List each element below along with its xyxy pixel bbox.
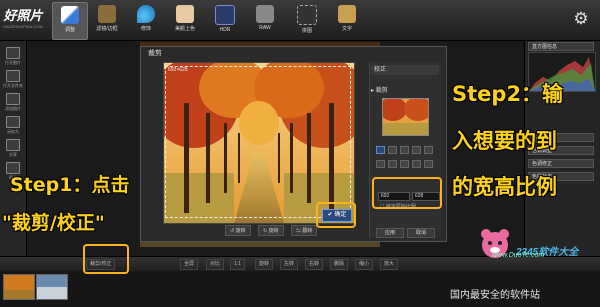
ratio-option[interactable] <box>412 160 421 168</box>
crop-size-readout: 692×628 <box>168 67 188 73</box>
plus-icon <box>6 93 20 105</box>
ratio-option[interactable] <box>400 160 409 168</box>
raw-icon <box>256 5 274 23</box>
tool-label: 拼图 <box>301 28 312 34</box>
actual-size-button[interactable]: 1:1 <box>230 259 245 270</box>
rotate-button[interactable]: ↻ 旋转 <box>258 225 284 236</box>
highlight-size-inputs <box>372 177 442 209</box>
tool-hdr[interactable]: HDR <box>208 2 242 38</box>
tool-label: 美颜上色 <box>174 26 195 32</box>
collage-icon <box>297 5 317 25</box>
tool-adjust[interactable]: 调整 <box>52 2 88 40</box>
step1-caption-target: "裁剪/校正" <box>2 212 105 234</box>
zoom-in-button[interactable]: 放大 <box>380 259 399 270</box>
ratio-option[interactable] <box>376 146 385 154</box>
cancel-button[interactable]: 取消 <box>407 228 435 238</box>
tool-label: 文字 <box>341 26 352 32</box>
dialog-title: 裁剪 <box>148 50 162 57</box>
thumbnail-image <box>37 275 67 299</box>
share-icon <box>6 139 20 151</box>
ratio-option[interactable] <box>376 160 385 168</box>
folder-icon <box>6 47 20 59</box>
tool-label: 修饰 <box>140 26 151 32</box>
button-label: 翻转 <box>302 228 313 234</box>
ratio-option[interactable] <box>388 160 397 168</box>
tool-filter-border[interactable]: 滤镜/边框 <box>90 2 124 38</box>
beauty-icon <box>176 5 194 23</box>
highlight-confirm-button <box>316 202 356 228</box>
tool-text[interactable]: 文字 <box>330 2 364 38</box>
text-icon <box>338 5 356 23</box>
tool-beauty[interactable]: 美颜上色 <box>168 2 202 38</box>
share-button[interactable]: 分享 <box>1 137 25 159</box>
step2-caption: Step2：输 <box>452 82 564 106</box>
sidebar-label: 打开文件夹 <box>3 83 23 88</box>
drop-icon <box>137 5 155 23</box>
ratio-option[interactable] <box>424 146 433 154</box>
tool-label: RAW <box>259 25 271 31</box>
sidebar-label: 分享 <box>9 152 17 157</box>
logo-text: 好照片 <box>3 9 43 24</box>
hdr-icon <box>215 5 235 25</box>
sidebar-label: 另存为 <box>7 129 19 134</box>
rotate-left-button[interactable]: 左转 <box>280 259 299 270</box>
adjust-icon <box>61 6 79 24</box>
apply-button[interactable]: 应用 <box>376 228 404 238</box>
section-label: 裁剪 <box>375 88 388 94</box>
fullscreen-button[interactable]: 全屏 <box>180 259 199 270</box>
crop-thumbnail <box>382 98 429 136</box>
histogram-header[interactable]: 直方图信息 <box>528 42 594 51</box>
step1-caption: Step1：点击 <box>10 174 130 196</box>
tool-collage[interactable]: 拼图 <box>290 2 324 38</box>
save-icon <box>6 116 20 128</box>
compare-button[interactable]: 对比 <box>206 259 225 270</box>
tool-label: 调整 <box>64 27 75 33</box>
open-folder-button[interactable]: 打开文件夹 <box>1 68 25 90</box>
button-label: 旋转 <box>235 228 246 234</box>
thumbnail-image <box>4 275 34 299</box>
ratio-option[interactable] <box>400 146 409 154</box>
step2-caption: 入想要的到 <box>452 129 557 153</box>
open-image-button[interactable]: 打开图片 <box>1 45 25 67</box>
tool-label: 滤镜/边框 <box>96 26 118 32</box>
tool-retouch[interactable]: 修饰 <box>129 2 163 38</box>
highlight-crop-button <box>83 244 129 274</box>
watermark-slogan: 国内最安全的软件站 <box>450 290 540 301</box>
gear-icon[interactable]: ⚙ <box>572 10 590 28</box>
rotate-right-button[interactable]: 右转 <box>305 259 324 270</box>
tool-raw[interactable]: RAW <box>248 2 282 38</box>
save-as-button[interactable]: 另存为 <box>1 114 25 136</box>
ratio-option[interactable] <box>388 146 397 154</box>
film-thumbnail[interactable] <box>3 274 35 300</box>
film-thumbnail[interactable] <box>36 274 68 300</box>
flip-button[interactable]: ⇋ 翻转 <box>291 225 318 236</box>
crop-section-header: ▸ 裁剪 <box>371 88 388 94</box>
logo-subtext: HAOZHAOPIAN.COM <box>3 24 43 29</box>
delete-button[interactable]: 删除 <box>330 259 349 270</box>
button-label: 旋转 <box>268 228 279 234</box>
step2-caption: 的宽高比例 <box>452 175 557 199</box>
sidebar-label: 添加图片 <box>5 106 21 111</box>
rotate-button[interactable]: 旋转 <box>255 259 274 270</box>
ratio-option[interactable] <box>424 160 433 168</box>
tab-correction[interactable]: 校正 <box>371 65 439 75</box>
ratio-option[interactable] <box>412 146 421 154</box>
tool-label: HDR <box>219 27 231 33</box>
tone-correction-header[interactable]: 色调修正 <box>528 159 594 168</box>
add-image-button[interactable]: 添加图片 <box>1 91 25 113</box>
folder-open-icon <box>6 70 20 82</box>
crop-selection-box[interactable] <box>165 66 351 218</box>
zoom-out-button[interactable]: 缩小 <box>355 259 374 270</box>
app-logo: 好照片 HAOZHAOPIAN.COM <box>3 3 43 37</box>
thumbnail-image <box>383 99 428 135</box>
watermark-site: www.DuoTe.com <box>492 252 545 259</box>
sidebar-label: 打开图片 <box>5 60 21 65</box>
brush-icon <box>98 5 116 23</box>
dialog-actions: 应用 取消 <box>376 228 440 238</box>
rotate-button[interactable]: ↺ 旋转 <box>225 225 251 236</box>
